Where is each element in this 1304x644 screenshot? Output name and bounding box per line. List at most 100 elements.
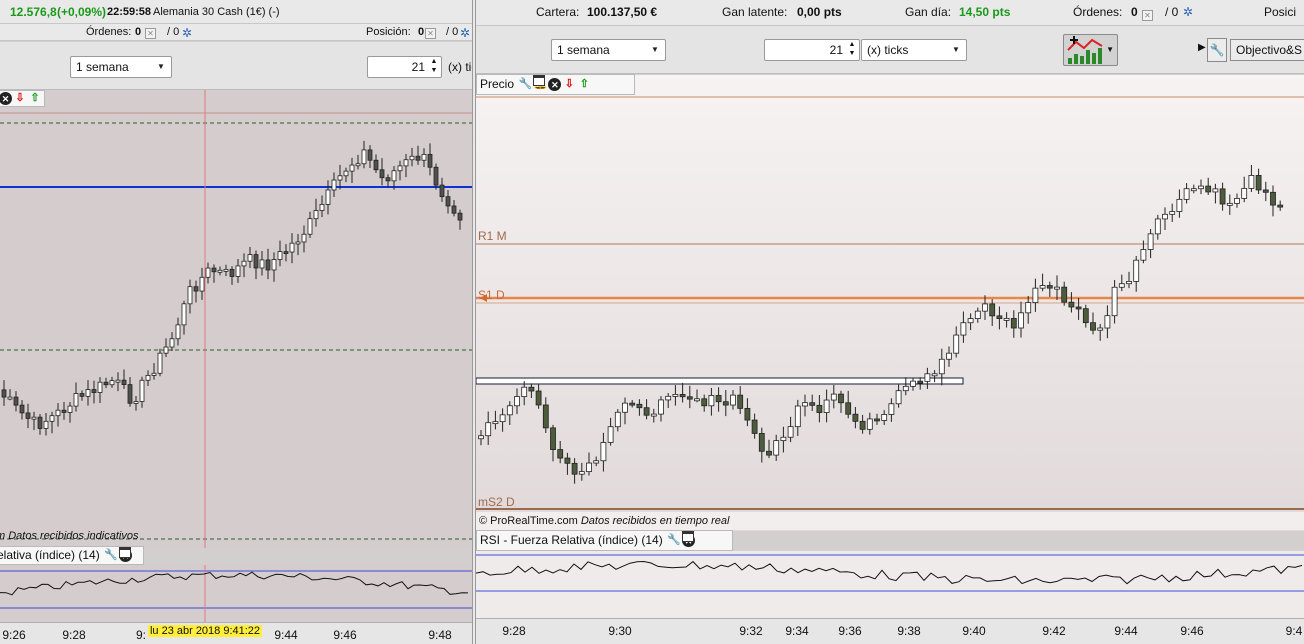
data-note: Datos recibidos en tiempo real — [580, 515, 730, 527]
candle-body — [25, 412, 31, 419]
candle-body — [1133, 259, 1140, 282]
wrench-icon[interactable]: 🔧 — [518, 78, 533, 92]
right-price-chart[interactable] — [476, 75, 1304, 531]
candle-body — [506, 405, 513, 416]
left-price-chart[interactable] — [0, 90, 472, 548]
left-ticker-bar: 12.576,8 (+0,09%) 22:59:58 Alemania 30 C… — [0, 0, 472, 24]
right-toolbar: 1 semana ▼ 21 ▲ ▼ (x) ticks ▼ ▼ ▶ 🔧 Obje… — [476, 26, 1304, 74]
candle-body — [830, 393, 837, 401]
candle-body — [794, 405, 801, 428]
candle-body — [361, 149, 367, 165]
x-tick: 9:36 — [838, 624, 862, 638]
candle-body — [1010, 317, 1017, 329]
wrench-icon[interactable]: 🔧 — [667, 534, 681, 548]
candle-body — [708, 395, 715, 407]
chevron-down-icon: ▼ — [1106, 45, 1114, 54]
gear-icon[interactable]: ✲ — [182, 26, 192, 40]
candle-body — [938, 358, 945, 375]
arrow-up-icon[interactable]: ⇧ — [577, 78, 591, 92]
add-indicator-button[interactable]: ▼ — [1063, 34, 1118, 66]
candle-body — [385, 177, 391, 182]
candle-body — [1169, 211, 1176, 215]
candle-body — [658, 399, 664, 415]
close-icon[interactable]: ✕ — [548, 78, 562, 92]
candle-body — [151, 372, 157, 376]
indicator-add-icon — [1067, 36, 1103, 64]
candle-body — [672, 394, 679, 397]
candle-body — [737, 394, 744, 409]
candle-body — [253, 254, 259, 269]
candle-body — [917, 380, 924, 384]
close-icon[interactable]: ✕ — [0, 92, 12, 106]
wrench-icon[interactable]: 🔧 — [1207, 38, 1227, 62]
period-select[interactable]: 1 semana ▼ — [551, 39, 666, 61]
left-toolbar: 1 semana ▼ 21 ▲▼ (x) tic — [0, 42, 472, 90]
position-total: / 0 — [446, 26, 459, 38]
candle-body — [67, 405, 73, 413]
arrow-down-icon[interactable]: ⇩ — [562, 78, 576, 92]
candle-body — [521, 386, 528, 397]
ticks-stepper[interactable]: 21 ▲ ▼ — [764, 39, 860, 61]
orders-label: Órdenes: — [1073, 5, 1123, 19]
x-tick: 9:28 — [62, 628, 86, 642]
left-price-svg — [0, 90, 472, 548]
candle-body — [259, 259, 265, 269]
candle-body — [319, 203, 325, 211]
window-icon[interactable] — [533, 75, 546, 86]
candle-body — [557, 449, 564, 459]
candle-body — [397, 165, 403, 172]
candle-body — [1032, 287, 1039, 303]
candle-body — [1147, 233, 1154, 250]
candle-body — [665, 395, 672, 401]
candle-body — [103, 381, 109, 386]
wrench-icon[interactable]: 🔧 — [104, 549, 118, 563]
ticks-stepper[interactable]: 21 ▲ ▼ — [367, 56, 442, 78]
candle-body — [946, 352, 952, 360]
candle-body — [1262, 189, 1269, 193]
gear-icon[interactable]: ✲ — [1183, 5, 1193, 19]
candle-body — [1255, 175, 1262, 191]
x-tick: 9: — [135, 628, 147, 642]
collapse-arrow-icon[interactable]: ▶ — [1198, 42, 1206, 53]
candle-body — [780, 436, 787, 442]
candle-body — [241, 260, 247, 267]
window-icon[interactable] — [682, 531, 695, 542]
gear-icon[interactable]: ✲ — [460, 26, 470, 40]
candle-body — [439, 184, 445, 198]
candle-body — [391, 170, 397, 182]
candle-body — [895, 390, 902, 405]
candle-body — [139, 379, 145, 402]
candle-body — [1068, 301, 1075, 308]
candle-body — [283, 251, 289, 254]
candle-body — [379, 169, 385, 179]
chevron-down-icon: ▼ — [157, 62, 165, 71]
candle-body — [1126, 281, 1132, 285]
left-rsi-chart[interactable] — [0, 565, 472, 622]
period-select[interactable]: 1 semana ▼ — [70, 56, 172, 78]
ticks-unit-select[interactable]: (x) ticks ▼ — [861, 39, 967, 61]
candle-body — [1205, 185, 1212, 193]
latente-value: 0,00 pts — [797, 5, 842, 19]
arrow-down-icon[interactable]: ⇩ — [13, 92, 27, 106]
candle-body — [301, 233, 307, 243]
candle-body — [1082, 308, 1089, 324]
candle-body — [845, 402, 852, 415]
candle-body — [79, 393, 85, 397]
window-icon[interactable] — [119, 547, 132, 558]
objective-button[interactable]: Objectivo&S — [1230, 39, 1304, 61]
candle-body — [1183, 188, 1190, 200]
right-rsi-chart[interactable] — [476, 551, 1304, 618]
ticks-unit-label: (x) tic — [448, 60, 472, 74]
candle-body — [163, 346, 169, 354]
candle-body — [229, 268, 235, 277]
candle-body — [1234, 198, 1240, 204]
candle-body — [535, 390, 542, 406]
price-panel-header: Precio 🔧🔔✕⇩⇧ — [476, 74, 635, 95]
spin-arrows-icon[interactable]: ▲ ▼ — [429, 57, 439, 75]
x-tick: 9:44 — [1114, 624, 1138, 638]
arrow-up-icon[interactable]: ⇧ — [28, 92, 42, 106]
spin-arrows-icon[interactable]: ▲ ▼ — [847, 40, 857, 58]
candle-body — [199, 276, 205, 292]
s1-level-label: S1 D — [478, 288, 505, 302]
candle-body — [989, 303, 996, 317]
